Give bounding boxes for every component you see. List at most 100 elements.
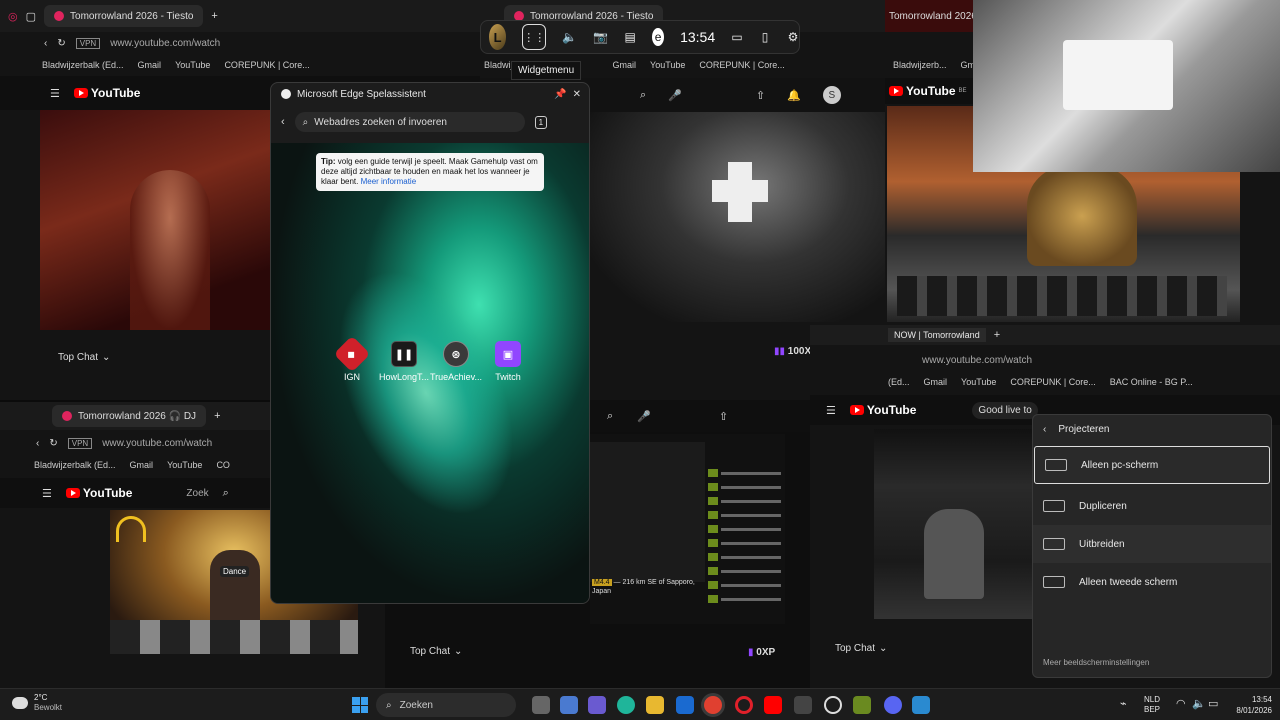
earthquake-video[interactable]: M4.4 — 216 km SE of Sapporo, Japan — [590, 434, 785, 624]
volume-icon[interactable]: 🔈 — [1192, 697, 1206, 710]
search-input[interactable]: Good live to — [972, 401, 1038, 419]
outlook-icon[interactable] — [676, 696, 694, 714]
performance-icon[interactable]: ▤ — [624, 28, 636, 46]
films-icon[interactable] — [794, 696, 812, 714]
shortcut-trueachievements[interactable]: ⊛ TrueAchiev... — [426, 341, 486, 382]
teams-icon[interactable] — [588, 696, 606, 714]
tab-title[interactable]: NOW | Tomorrowland — [888, 328, 986, 342]
bookmark-item[interactable]: BAC Online - BG P... — [1110, 377, 1193, 387]
close-icon[interactable]: ✕ — [573, 89, 581, 100]
search-icon[interactable]: ⌕ — [640, 89, 646, 102]
video-player[interactable] — [874, 429, 1034, 619]
chrome-icon[interactable] — [704, 696, 722, 714]
folder-icon[interactable] — [646, 696, 664, 714]
youtube-logo[interactable]: YouTube — [65, 486, 132, 500]
tab-tomorrowland[interactable]: Tomorrowland 2026 - Tiesto — [44, 5, 204, 27]
mic-icon[interactable]: 🎤 — [637, 410, 651, 423]
edge-icon[interactable] — [617, 696, 635, 714]
bookmark-item[interactable]: YouTube — [650, 60, 685, 70]
bookmark-item[interactable]: Bladwijzerb... — [893, 60, 947, 70]
browser-profile-icon[interactable]: ◎ — [8, 10, 18, 23]
bookmark-item[interactable]: YouTube — [167, 460, 202, 470]
mouse-icon[interactable]: ▯ — [759, 28, 771, 46]
channel-points[interactable]: ▮ 0XP — [748, 647, 775, 658]
vpn-badge[interactable]: VPN — [75, 37, 101, 49]
new-tab-icon[interactable]: + — [214, 410, 220, 422]
refresh-icon[interactable]: ↻ — [49, 438, 57, 449]
video-player[interactable] — [40, 110, 270, 330]
back-icon[interactable]: ‹ — [44, 38, 47, 49]
start-button[interactable] — [352, 697, 368, 713]
task-view-icon[interactable] — [532, 696, 550, 714]
bookmark-item[interactable]: Bladwijzerbalk (Ed... — [34, 460, 116, 470]
share-icon[interactable]: ⇧ — [719, 410, 728, 423]
tab-count-button[interactable]: 1 — [534, 115, 548, 129]
clock[interactable]: 13:54 8/01/2026 — [1222, 694, 1272, 716]
video-player[interactable] — [590, 112, 890, 322]
store-icon[interactable] — [560, 696, 578, 714]
bookmark-item[interactable]: COREPUNK | Core... — [224, 60, 309, 70]
search-input[interactable]: Zoek — [186, 488, 208, 499]
wifi-icon[interactable]: ◠ — [1176, 697, 1186, 710]
project-option-duplicate[interactable]: Dupliceren — [1033, 487, 1271, 525]
top-chat-toggle[interactable]: Top Chat ⌄ — [58, 352, 110, 363]
share-icon[interactable]: ⇧ — [756, 89, 765, 102]
search-icon[interactable]: ⌕ — [607, 410, 613, 423]
back-icon[interactable]: ‹ — [281, 116, 285, 128]
address-bar[interactable]: ⌕ Webadres zoeken of invoeren — [294, 112, 525, 132]
tab-tomorrowland[interactable]: Tomorrowland 2026 🎧 DJ — [52, 405, 207, 427]
tip-link[interactable]: Meer informatie — [361, 177, 417, 186]
url-field[interactable]: www.youtube.com/watch — [102, 438, 212, 449]
bookmark-item[interactable]: YouTube — [961, 377, 996, 387]
youtube-logo[interactable]: YouTube — [73, 86, 140, 100]
url-field[interactable]: www.youtube.com/watch — [110, 38, 220, 49]
top-chat-toggle[interactable]: Top Chat ⌄ — [410, 646, 462, 657]
network-icon[interactable]: ⌁ — [1120, 697, 1127, 710]
refresh-icon[interactable]: ↻ — [57, 38, 65, 49]
taskbar-search[interactable]: ⌕ Zoeken — [376, 693, 516, 717]
bookmark-item[interactable]: Gmail — [613, 60, 637, 70]
new-tab-icon[interactable]: + — [994, 329, 1000, 341]
top-chat-toggle[interactable]: Top Chat ⌄ — [835, 643, 887, 654]
tab-actions-icon[interactable]: ▢ — [26, 10, 36, 23]
chatgpt-icon[interactable] — [824, 696, 842, 714]
mic-icon[interactable]: 🎤 — [668, 89, 682, 102]
edge-assistant-icon[interactable]: e — [652, 28, 665, 46]
youtube-logo[interactable]: YouTube BE — [889, 84, 967, 98]
language-indicator[interactable]: NLD BEP — [1144, 695, 1160, 715]
bell-icon[interactable]: 🔔 — [787, 89, 801, 102]
url-field[interactable]: www.youtube.com/watch — [922, 355, 1032, 366]
bookmark-item[interactable]: Gmail — [924, 377, 948, 387]
shortcut-ign[interactable]: ◆ IGN — [322, 335, 382, 382]
project-option-extend[interactable]: Uitbreiden — [1033, 525, 1271, 563]
search-icon[interactable]: ⌕ — [223, 487, 229, 500]
bookmark-item[interactable]: COREPUNK | Core... — [699, 60, 784, 70]
weather-widget[interactable]: 2°C Bewolkt — [12, 693, 62, 713]
vpn-badge[interactable]: VPN — [67, 437, 93, 449]
bookmark-item[interactable]: CO — [216, 460, 230, 470]
project-option-second-only[interactable]: Alleen tweede scherm — [1033, 563, 1271, 601]
battery-icon[interactable]: ▭ — [1208, 697, 1218, 710]
bookmark-item[interactable]: Gmail — [138, 60, 162, 70]
settings-icon[interactable]: ⚙ — [787, 28, 799, 46]
pin-icon[interactable]: 📌 — [554, 89, 566, 100]
avatar[interactable]: S — [822, 86, 841, 104]
shortcut-twitch[interactable]: ▣ Twitch — [478, 341, 538, 382]
bookmark-item[interactable]: YouTube — [175, 60, 210, 70]
bookmark-item[interactable]: Gmail — [130, 460, 154, 470]
new-tab-icon[interactable]: + — [211, 10, 217, 22]
discord-icon[interactable] — [884, 696, 902, 714]
project-option-pc-only[interactable]: Alleen pc-scherm — [1034, 446, 1270, 484]
youtube-logo[interactable]: YouTube — [849, 403, 916, 417]
bookmark-item[interactable]: Bladwijzerbalk (Ed... — [42, 60, 124, 70]
camera-icon[interactable]: 📷 — [593, 28, 608, 46]
league-icon[interactable]: L — [489, 24, 507, 50]
display-settings-link[interactable]: Meer beeldscherminstellingen — [1043, 658, 1149, 667]
menu-icon[interactable]: ☰ — [826, 404, 836, 417]
back-icon[interactable]: ‹ — [1043, 424, 1046, 435]
bookmark-item[interactable]: (Ed... — [888, 377, 910, 387]
youtube-icon[interactable] — [764, 696, 782, 714]
bookmark-item[interactable]: COREPUNK | Core... — [1010, 377, 1095, 387]
menu-icon[interactable]: ☰ — [42, 487, 52, 500]
volume-icon[interactable]: 🔈 — [562, 28, 577, 46]
